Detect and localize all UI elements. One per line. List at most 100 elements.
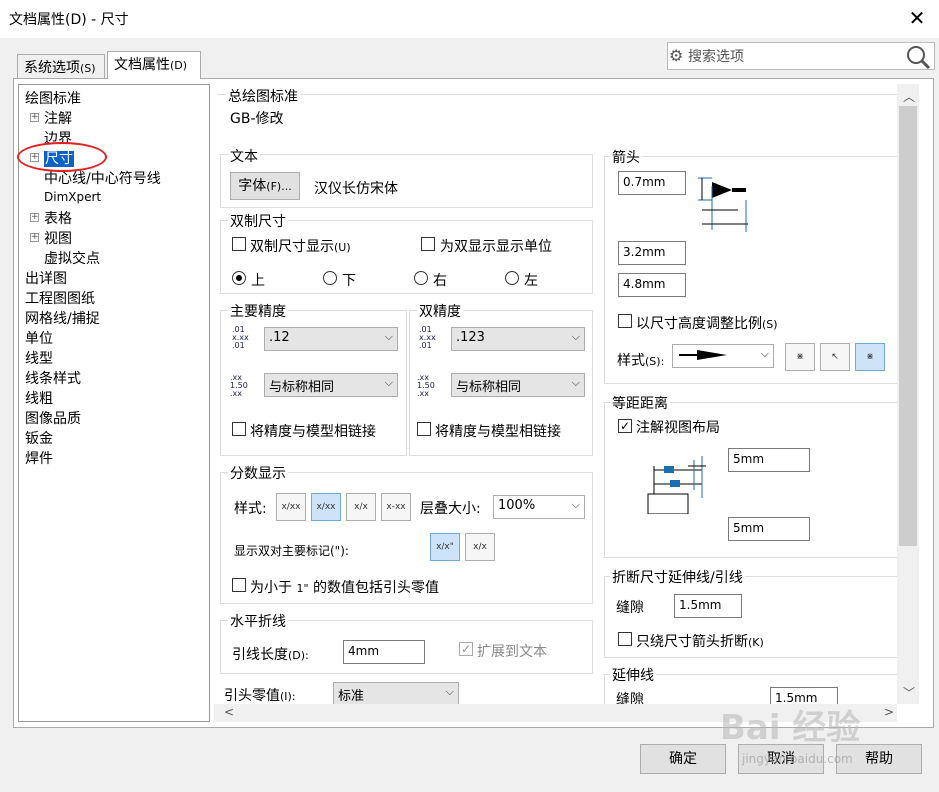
arrow-height-input[interactable]: 0.7mm [618, 171, 686, 195]
offset-diagram-icon [647, 456, 706, 514]
ok-button[interactable]: 确定 [640, 744, 726, 774]
break-gap-input[interactable]: 1.5mm [674, 594, 742, 618]
horizontal-title: 水平折线 [228, 611, 288, 631]
arrows-inside-button[interactable]: ⋇ [785, 343, 815, 371]
search-placeholder: 搜索选项 [688, 49, 744, 65]
leading-zero-text-b: 1" [296, 582, 309, 595]
leading-zeros-select[interactable]: 标准 ⌵ [333, 682, 459, 704]
scale-with-height-checkbox[interactable] [618, 314, 632, 328]
offset-distance-2-input[interactable]: 5mm [728, 517, 810, 541]
leader-length-input[interactable]: 4mm [343, 640, 425, 664]
tree-item-weldments[interactable]: 焊件 [25, 448, 53, 468]
tree-item-units[interactable]: 单位 [25, 328, 53, 348]
position-top-radio[interactable] [232, 271, 246, 285]
scroll-down-icon[interactable]: ﹀ [903, 684, 915, 701]
dual-precision-title: 双精度 [417, 301, 463, 321]
dual-display-checkbox[interactable] [232, 237, 246, 251]
extension-title: 延伸线 [610, 665, 656, 685]
extend-to-text-checkbox[interactable]: ✓ [459, 642, 473, 656]
expand-icon[interactable]: + [30, 213, 39, 222]
expand-icon[interactable]: + [30, 113, 39, 122]
break-arrows-only-label: 只绕尺寸箭头折断(K) [636, 631, 764, 651]
tree-item-grid-snap[interactable]: 网格线/捕捉 [25, 308, 100, 328]
scroll-right-icon[interactable]: > [884, 705, 894, 719]
tree-item-line-style[interactable]: 线条样式 [25, 368, 81, 388]
tab-document-properties[interactable]: 文档属性(D) [107, 51, 201, 79]
scroll-up-icon[interactable]: ︿ [903, 88, 915, 105]
dual-display-text: 双制尺寸显示 [250, 239, 334, 255]
show-units-checkbox[interactable] [421, 237, 435, 251]
precision-icon: .01 x.xx .01 [232, 325, 249, 350]
overall-standard-title: 总绘图标准 [226, 86, 300, 106]
tab-system-options[interactable]: 系统选项(S) [17, 54, 105, 78]
primary-tolerance-select[interactable]: 与标称相同 ⌵ [264, 373, 398, 397]
tree-item-virtual-sharps[interactable]: 虚拟交点 [44, 248, 100, 268]
position-left-label: 左 [524, 273, 538, 289]
leading-zero-text-c: 的数值包括引头零值 [308, 580, 439, 596]
dual-mark-off-button[interactable]: x/x [465, 533, 495, 561]
font-button-hotkey: (F)... [266, 180, 292, 193]
offset-distance-1-input[interactable]: 5mm [728, 448, 810, 472]
tree-item-tables[interactable]: 表格 [44, 208, 72, 228]
chevron-down-icon: ⌵ [760, 347, 769, 360]
break-arrows-only-checkbox[interactable] [618, 632, 632, 646]
stack-size-select[interactable]: 100% ⌵ [493, 495, 585, 519]
arrow-style-select[interactable]: ⌵ [672, 344, 774, 368]
search-icon[interactable] [905, 44, 931, 70]
primary-precision-title: 主要精度 [228, 301, 288, 321]
dual-tolerance-select[interactable]: 与标称相同 ⌵ [451, 373, 585, 397]
overall-standard-value: GB-修改 [230, 111, 284, 127]
fraction-style-dash-button[interactable]: x-xx [381, 493, 411, 521]
font-button[interactable]: 字体(F)... [230, 172, 300, 200]
leader-length-text: 引线长度 [232, 647, 288, 663]
position-left-radio[interactable] [505, 271, 519, 285]
tree-item-drafting-standard[interactable]: 绘图标准 [25, 88, 81, 108]
tree-item-annotations[interactable]: 注解 [44, 108, 72, 128]
tab-hotkey: (D) [170, 59, 188, 72]
dual-mark-label: 显示双对主要标记("): [234, 544, 349, 558]
expand-icon[interactable]: + [30, 233, 39, 242]
tolerance-precision-icon: .xx 1.50 .xx [417, 373, 435, 398]
arrow-style-preview-icon [679, 350, 727, 360]
annotation-view-layout-checkbox[interactable]: ✓ [618, 419, 632, 433]
dual-title: 双制尺寸 [228, 211, 288, 231]
tab-label: 文档属性 [114, 57, 170, 73]
arrow-length-input[interactable]: 4.8mm [618, 273, 686, 297]
tab-hotkey: (S) [80, 62, 96, 75]
arrows-smart-button[interactable]: ⋇ [855, 343, 885, 371]
arrows-outside-button[interactable]: ↖ [820, 343, 850, 371]
position-bottom-radio[interactable] [323, 271, 337, 285]
dual-precision-select[interactable]: .123 ⌵ [451, 327, 585, 351]
fraction-style-small-button[interactable]: x/x [346, 493, 376, 521]
dual-precision-value: .123 [456, 330, 485, 345]
chevron-down-icon: ⌵ [384, 376, 393, 389]
properties-content: 总绘图标准 GB-修改 文本 字体(F)... 汉仪长仿宋体 双制尺寸 双制尺寸… [214, 84, 921, 704]
close-icon[interactable]: ✕ [904, 4, 930, 32]
fraction-style-stacked-button[interactable]: x/xx [311, 493, 341, 521]
scale-with-height-text: 以尺寸高度调整比例 [636, 316, 762, 332]
position-right-radio[interactable] [414, 271, 428, 285]
fraction-style-diagonal-button[interactable]: x/xx [276, 493, 306, 521]
vertical-scroll-thumb[interactable] [899, 106, 917, 546]
tree-item-sheet-metal[interactable]: 钣金 [25, 428, 53, 448]
arrows-title: 箭头 [610, 147, 642, 167]
primary-precision-select[interactable]: .12 ⌵ [264, 327, 398, 351]
position-top-label: 上 [251, 273, 265, 289]
offset-title: 等距距离 [610, 393, 670, 413]
tree-item-image-quality[interactable]: 图像品质 [25, 408, 81, 428]
tree-item-views[interactable]: 视图 [44, 228, 72, 248]
leader-length-hotkey: (D): [288, 649, 309, 662]
tree-item-line-font[interactable]: 线型 [25, 348, 53, 368]
precision-icon: .01 x.xx .01 [419, 325, 436, 350]
dual-mark-on-button[interactable]: x/x" [430, 533, 460, 561]
tree-item-drawing-sheets[interactable]: 工程图图纸 [25, 288, 95, 308]
arrow-width-input[interactable]: 3.2mm [618, 241, 686, 265]
tree-item-dimxpert[interactable]: DimXpert [44, 190, 101, 204]
dual-link-checkbox[interactable] [417, 422, 431, 436]
tree-item-line-thickness[interactable]: 线粗 [25, 388, 53, 408]
leading-zero-checkbox[interactable] [232, 578, 246, 592]
primary-link-checkbox[interactable] [232, 422, 246, 436]
text-group-title: 文本 [228, 146, 260, 166]
scroll-left-icon[interactable]: < [224, 705, 234, 719]
tree-item-detailing[interactable]: 出详图 [25, 268, 67, 288]
